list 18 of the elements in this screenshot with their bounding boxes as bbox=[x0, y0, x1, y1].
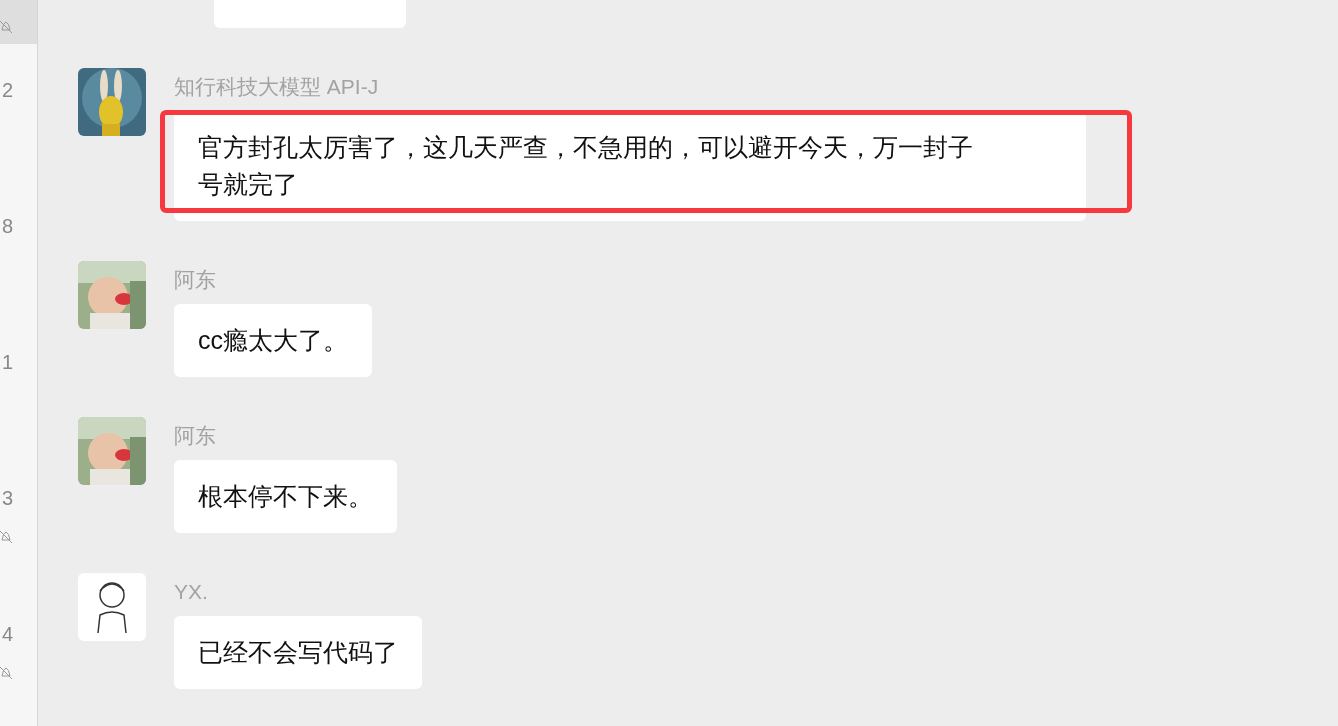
sender-name: 阿东 bbox=[174, 267, 217, 293]
unread-count: 2 bbox=[1, 78, 13, 102]
conversation-item[interactable]: 4 bbox=[0, 588, 37, 724]
sender-name: YX. bbox=[174, 579, 209, 605]
unread-count: 4 bbox=[1, 622, 13, 646]
conversation-item[interactable] bbox=[0, 0, 37, 44]
message-bubble: 已经不会写代码了 bbox=[174, 616, 422, 689]
unread-count: 8 bbox=[1, 214, 13, 238]
conversation-item[interactable]: 1 bbox=[0, 316, 37, 452]
conversation-item[interactable]: 8 bbox=[0, 180, 37, 316]
sender-name: 阿东 bbox=[174, 423, 217, 449]
conversation-item[interactable]: 2 bbox=[0, 44, 37, 180]
message-bubble: cc瘾太大了。 bbox=[174, 304, 372, 377]
conversation-item[interactable]: 3 bbox=[0, 452, 37, 588]
unread-count: 3 bbox=[1, 486, 13, 510]
unread-count: 1 bbox=[1, 350, 13, 374]
sender-name: 知行科技大模型 API-J bbox=[174, 74, 380, 100]
message-bubble: 根本停不下来。 bbox=[174, 460, 397, 533]
